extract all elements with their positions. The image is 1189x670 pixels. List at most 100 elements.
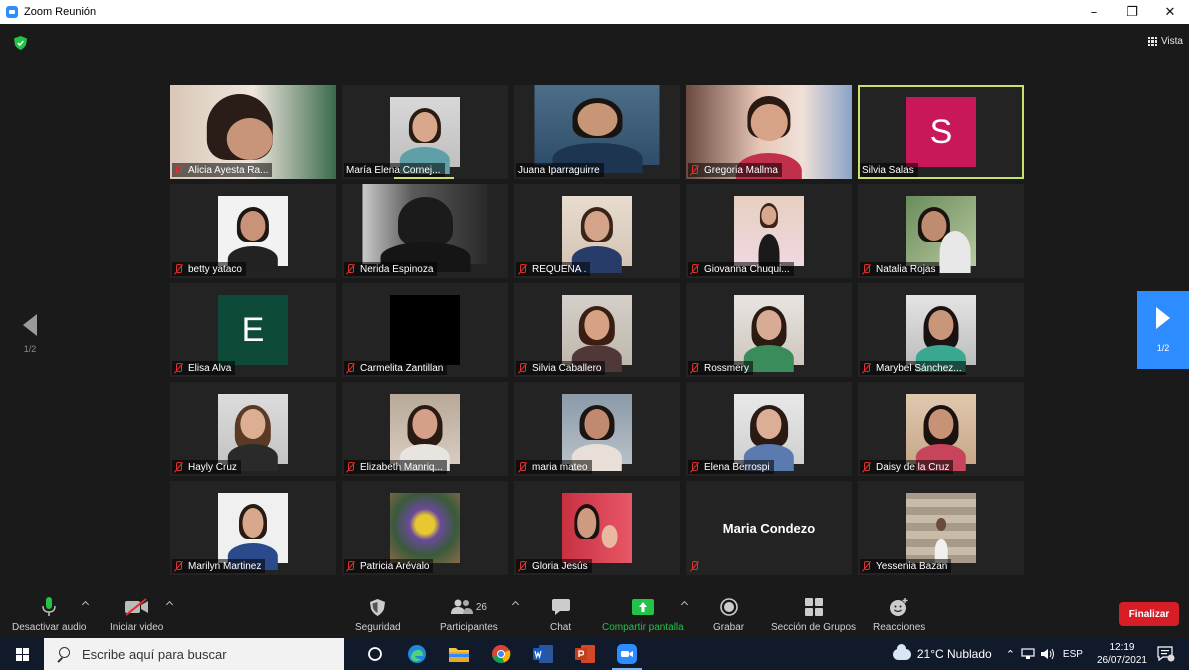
mic-muted-icon xyxy=(346,362,355,374)
breakout-rooms-icon xyxy=(804,598,823,616)
participant-name-label: maria mateo xyxy=(516,460,592,474)
participant-tile[interactable]: maria mateo xyxy=(514,382,680,476)
participant-tile[interactable]: Marilyn Martinez xyxy=(170,481,336,575)
mic-muted-icon xyxy=(862,461,871,473)
clock-date: 26/07/2021 xyxy=(1096,655,1147,666)
meeting-area: Vista 1/2 1/2 Alicia Ayesta Ra... María … xyxy=(0,24,1189,592)
view-button[interactable]: Vista xyxy=(1147,36,1183,47)
search-icon xyxy=(56,647,70,661)
mic-muted-icon xyxy=(346,461,355,473)
participant-name-label: María Elena Cornej... xyxy=(344,163,445,177)
edge-app[interactable] xyxy=(396,638,438,670)
search-placeholder: Escribe aquí para buscar xyxy=(82,646,227,662)
encryption-shield-icon[interactable] xyxy=(14,36,27,50)
network-icon[interactable] xyxy=(1021,648,1035,660)
mute-audio-button[interactable]: Desactivar audio xyxy=(12,596,86,633)
participant-tile[interactable]: Hayly Cruz xyxy=(170,382,336,476)
participant-name-label: Marilyn Martinez xyxy=(172,559,266,573)
word-app[interactable] xyxy=(522,638,564,670)
participant-tile[interactable]: Daisy de la Cruz xyxy=(858,382,1024,476)
meeting-toolbar: Desactivar audio Iniciar video Seguridad… xyxy=(0,592,1189,638)
previous-page-button[interactable]: 1/2 xyxy=(10,314,50,364)
participant-tile[interactable]: betty yataco xyxy=(170,184,336,278)
participant-tile[interactable]: Rossmery xyxy=(686,283,852,377)
participant-tile[interactable]: Natalia Rojas xyxy=(858,184,1024,278)
participant-video xyxy=(906,394,976,471)
restore-button[interactable]: ❐ xyxy=(1113,0,1151,24)
edge-browser-icon xyxy=(408,645,426,663)
reactions-button[interactable]: Reacciones xyxy=(873,596,925,633)
security-button[interactable]: Seguridad xyxy=(355,596,401,633)
mic-muted-icon xyxy=(174,461,183,473)
reactions-label: Reacciones xyxy=(873,622,926,633)
participant-tile[interactable]: Patricia Arévalo xyxy=(342,481,508,575)
participant-video xyxy=(906,295,976,372)
input-language[interactable]: ESP xyxy=(1063,649,1083,660)
taskbar-clock[interactable]: 12:19 26/07/2021 xyxy=(1097,641,1147,667)
participant-tile[interactable]: Yessenia Bazan xyxy=(858,481,1024,575)
start-video-button[interactable]: Iniciar video xyxy=(110,596,163,633)
audio-options-caret[interactable] xyxy=(82,600,90,608)
taskbar-search-box[interactable]: Escribe aquí para buscar xyxy=(44,638,344,670)
participant-tile[interactable]: María Elena Cornej... xyxy=(342,85,508,179)
mic-muted-icon xyxy=(174,362,183,374)
task-view-icon xyxy=(368,647,382,661)
task-view-button[interactable] xyxy=(354,638,396,670)
video-options-caret[interactable] xyxy=(166,600,174,608)
participant-name-label: REQUENA . xyxy=(516,262,591,276)
windows-logo-icon xyxy=(15,647,29,661)
participant-video xyxy=(562,493,632,563)
tray-overflow-caret-icon[interactable]: ⌃ xyxy=(1006,648,1015,661)
participant-video xyxy=(562,394,632,471)
participant-tile[interactable]: Alicia Ayesta Ra... xyxy=(170,85,336,179)
notifications-icon[interactable] xyxy=(1157,646,1175,662)
minimize-button[interactable]: – xyxy=(1075,0,1113,24)
participant-name-label: Daisy de la Cruz xyxy=(860,460,954,474)
mic-muted-icon xyxy=(518,263,527,275)
window-title: Zoom Reunión xyxy=(24,6,97,18)
breakout-rooms-button[interactable]: Sección de Grupos xyxy=(771,596,856,633)
end-meeting-button[interactable]: Finalizar xyxy=(1119,602,1179,626)
participants-count: 26 xyxy=(475,601,487,613)
participant-video xyxy=(734,196,804,273)
participant-video xyxy=(734,295,804,372)
participants-options-caret[interactable] xyxy=(512,600,520,608)
zoom-app[interactable] xyxy=(606,638,648,670)
participant-tile[interactable]: Nerida Espinoza xyxy=(342,184,508,278)
participants-button[interactable]: 26 Participantes xyxy=(440,596,498,633)
powerpoint-app[interactable] xyxy=(564,638,606,670)
participant-tile[interactable]: E Elisa Alva xyxy=(170,283,336,377)
volume-icon[interactable] xyxy=(1040,648,1055,660)
start-button[interactable] xyxy=(0,638,44,670)
close-button[interactable]: ✕ xyxy=(1151,0,1189,24)
participant-avatar: S xyxy=(906,97,976,167)
next-page-button[interactable]: 1/2 xyxy=(1137,291,1189,369)
chrome-app[interactable] xyxy=(480,638,522,670)
share-options-caret[interactable] xyxy=(681,600,689,608)
participant-tile[interactable]: Gloria Jesús xyxy=(514,481,680,575)
weather-widget[interactable]: 21°C Nublado xyxy=(892,643,992,661)
chat-button[interactable]: Chat xyxy=(550,596,571,633)
participant-tile-active-speaker[interactable]: S Silvia Salas xyxy=(858,85,1024,179)
participant-display-name: Maria Condezo xyxy=(722,520,816,536)
participant-gallery: Alicia Ayesta Ra... María Elena Cornej..… xyxy=(170,85,1026,575)
participant-tile[interactable]: REQUENA . xyxy=(514,184,680,278)
participant-tile[interactable]: Carmelita Zantillan xyxy=(342,283,508,377)
participant-tile[interactable]: Giovanna Chuqui... xyxy=(686,184,852,278)
participant-name-label: Rossmery xyxy=(688,361,754,375)
participant-tile[interactable]: Juana Iparraguirre xyxy=(514,85,680,179)
clock-time: 12:19 xyxy=(1109,642,1135,653)
file-explorer-app[interactable] xyxy=(438,638,480,670)
record-button[interactable]: Grabar xyxy=(713,596,744,633)
participant-tile[interactable]: Maria Condezo xyxy=(686,481,852,575)
participant-tile[interactable]: Marybel Sánchez... xyxy=(858,283,1024,377)
participant-tile[interactable]: Elizabeth Manriq... xyxy=(342,382,508,476)
participant-name-label: Patricia Arévalo xyxy=(344,559,434,573)
participant-tile[interactable]: Elena Berrospi xyxy=(686,382,852,476)
participant-tile[interactable]: Gregoria Mallma xyxy=(686,85,852,179)
participant-name-label: Giovanna Chuqui... xyxy=(688,262,794,276)
share-screen-button[interactable]: Compartir pantalla xyxy=(602,596,684,633)
participant-name-label: Natalia Rojas xyxy=(860,262,940,276)
participant-tile[interactable]: Silvia Caballero xyxy=(514,283,680,377)
security-shield-icon xyxy=(370,598,386,616)
